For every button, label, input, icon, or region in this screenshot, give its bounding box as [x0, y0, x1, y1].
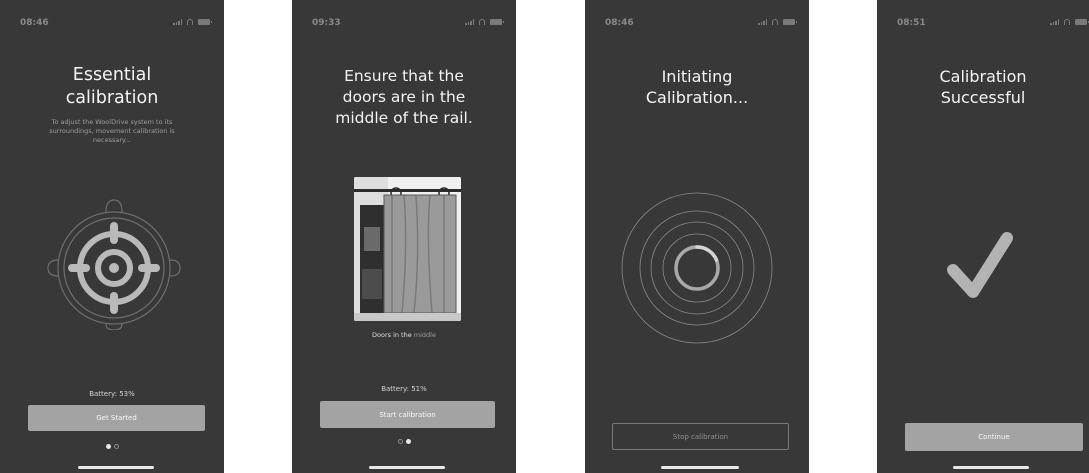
home-indicator [369, 466, 445, 469]
battery-icon [490, 19, 504, 25]
home-indicator [78, 466, 154, 469]
signal-icon [1050, 19, 1059, 25]
battery-icon [198, 19, 212, 25]
wifi-icon [772, 19, 778, 25]
page-title: Ensure that the doors are in the middle … [335, 67, 473, 127]
status-bar: 08:51 [877, 0, 1089, 40]
status-icons [1050, 19, 1089, 25]
wifi-icon [479, 19, 485, 25]
page-title: Calibration Successful [939, 67, 1027, 107]
signal-icon [173, 19, 182, 25]
screen-initiating-calibration: 08:46 Initiating Calibration... Stop cal… [585, 0, 809, 473]
screen-calibration-successful: 08:51 Calibration Successful Continue [877, 0, 1089, 473]
loading-ring-icon [621, 192, 773, 344]
battery-icon [783, 19, 797, 25]
page-dot-1 [105, 444, 111, 449]
status-time: 08:51 [897, 18, 926, 28]
door-photo [354, 177, 461, 321]
crosshair-target-icon [47, 199, 181, 330]
status-time: 08:46 [20, 18, 49, 28]
battery-level-label: Battery: 53% [89, 390, 135, 398]
status-icons [173, 19, 212, 25]
battery-icon [1075, 19, 1089, 25]
caption-text: Doors in the [371, 331, 414, 339]
battery-level-label: Battery: 51% [381, 385, 427, 393]
photo-caption: Doors in the middle [292, 331, 516, 339]
status-time: 09:33 [312, 18, 341, 28]
signal-icon [758, 19, 767, 25]
screen-position-doors: 09:33 Ensure that the doors are in the m… [292, 0, 516, 473]
wifi-icon [187, 19, 193, 25]
status-bar: 08:46 [585, 0, 809, 40]
sliding-door-image [354, 177, 461, 321]
stop-calibration-button[interactable]: Stop calibration [612, 423, 789, 450]
status-bar: 08:46 [0, 0, 224, 40]
caption-accent-text: middle [413, 331, 436, 339]
continue-button[interactable]: Continue [905, 423, 1083, 451]
start-calibration-button[interactable]: Start calibration [320, 401, 495, 428]
screen-essential-calibration: 08:46 Essential calibration To adjust th… [0, 0, 224, 473]
page-dot-2 [405, 439, 411, 444]
status-icons [758, 19, 797, 25]
page-dot-2 [113, 444, 119, 449]
status-bar: 09:33 [292, 0, 516, 40]
page-title: Essential calibration [65, 65, 159, 108]
page-indicator [292, 439, 516, 444]
status-icons [465, 19, 504, 25]
home-indicator [953, 466, 1029, 469]
signal-icon [465, 19, 474, 25]
get-started-button[interactable]: Get Started [28, 405, 205, 431]
wifi-icon [1064, 19, 1070, 25]
page-indicator [0, 444, 224, 449]
page-title: Initiating Calibration... [645, 67, 749, 107]
home-indicator [661, 466, 739, 469]
checkmark-icon [947, 232, 1013, 298]
page-dot-1 [397, 439, 403, 444]
intro-text: To adjust the WoolDrive system to its su… [49, 118, 175, 144]
status-time: 08:46 [605, 18, 634, 28]
